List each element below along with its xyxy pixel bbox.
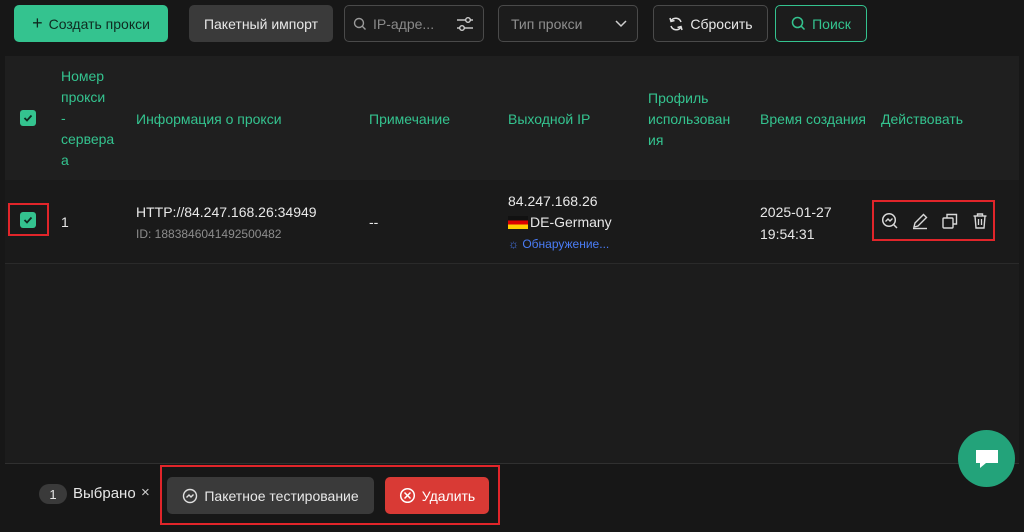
plus-icon: + [32,12,43,33]
header-profile-line: ия [648,132,664,148]
selection-footer: 1 Выбрано × Пакетное тестирование Удалит… [5,463,1019,532]
search-icon [791,16,806,31]
trash-icon[interactable] [971,212,989,230]
header-number-line: - [61,110,66,126]
header-proxy-info: Информация о прокси [136,111,282,127]
proxy-id: ID: 1883846041492500482 [136,227,282,241]
delete-button[interactable]: Удалить [385,477,489,514]
ip-search-box [344,5,484,42]
proxy-address: HTTP://84.247.168.26:34949 [136,204,317,220]
batch-test-button[interactable]: Пакетное тестирование [167,477,374,514]
filter-settings-icon[interactable] [455,15,475,33]
delete-circle-icon [399,487,415,504]
refresh-icon [669,16,684,31]
exit-country: DE-Germany [508,212,612,232]
chevron-down-icon [615,19,627,27]
header-number-line: а [61,152,69,168]
copy-icon[interactable] [941,212,959,230]
created-date: 2025-01-27 [760,204,832,220]
header-profile-line: Профиль [648,90,709,106]
header-note: Примечание [369,111,451,127]
proxy-note: -- [369,214,379,230]
header-profile-line: использован [648,111,731,127]
header-actions: Действовать [881,111,964,127]
header-number: Номер прокси - сервера а [61,66,114,171]
edit-icon[interactable] [911,212,929,230]
row-checkbox[interactable] [20,212,36,228]
ip-search-input[interactable] [373,15,449,32]
table-header: Номер прокси - сервера а Информация о пр… [5,56,1019,180]
check-icon [23,114,33,122]
search-icon [353,17,366,30]
header-number-line: сервера [61,131,115,147]
clear-selection-icon[interactable]: × [141,484,150,501]
selected-count-badge: 1 [39,484,67,504]
search-label: Поиск [812,15,851,32]
test-proxy-icon[interactable] [881,212,899,230]
proxy-type-select[interactable]: Тип прокси [498,5,638,42]
row-number: 1 [61,214,69,230]
batch-test-label: Пакетное тестирование [204,487,359,504]
exit-ip: 84.247.168.26 [508,193,598,209]
created-time: 19:54:31 [760,226,815,242]
batch-import-label: Пакетный импорт [203,15,319,32]
country-label: DE-Germany [530,214,612,230]
select-all-checkbox[interactable] [20,110,36,126]
delete-label: Удалить [421,487,476,504]
header-profile: Профиль использован ия [648,88,730,151]
header-created: Время создания [760,111,866,127]
table-row: 1 HTTP://84.247.168.26:34949 ID: 1883846… [5,180,1019,264]
batch-import-button[interactable]: Пакетный импорт [189,5,333,42]
proxy-table: Номер прокси - сервера а Информация о пр… [5,56,1019,466]
chat-support-button[interactable] [958,430,1015,487]
proxy-type-placeholder: Тип прокси [511,15,583,32]
header-number-line: Номер [61,68,105,84]
germany-flag-icon [508,216,528,229]
header-exit-ip: Выходной IP [508,111,591,127]
detection-status: ☼ Обнаружение... [508,234,609,254]
toolbar: + Создать прокси Пакетный импорт Тип про… [0,0,1024,46]
chat-bubble-icon [975,449,998,468]
search-button[interactable]: Поиск [775,5,867,42]
check-icon [23,216,33,224]
reset-button[interactable]: Сбросить [653,5,768,42]
detection-status-label: Обнаружение... [522,237,610,251]
create-proxy-button[interactable]: + Создать прокси [14,5,168,42]
reset-label: Сбросить [690,15,753,32]
selected-label: Выбрано [73,485,136,502]
chart-line-icon [183,488,198,503]
create-proxy-label: Создать прокси [48,15,150,32]
loading-spinner-icon: ☼ [508,237,519,251]
header-number-line: прокси [61,89,106,105]
